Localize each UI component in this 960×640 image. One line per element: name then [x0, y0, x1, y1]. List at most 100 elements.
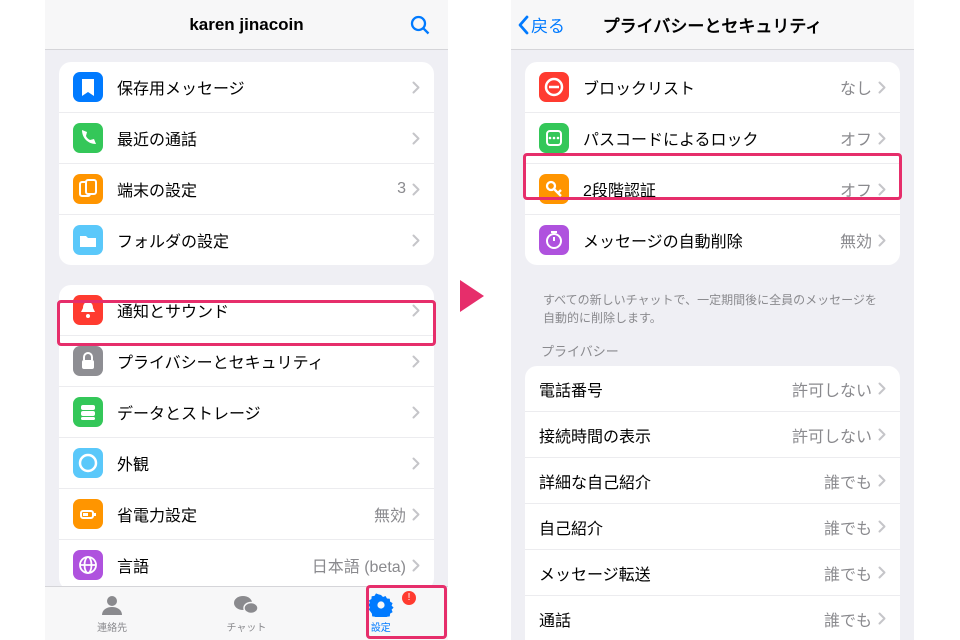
row-value: 許可しない	[792, 377, 872, 401]
row-value: なし	[840, 75, 872, 99]
settings-row[interactable]: 通知とサウンド	[59, 285, 434, 336]
settings-row[interactable]: メッセージ転送誰でも	[525, 550, 900, 596]
settings-row[interactable]: フォルダの設定	[59, 215, 434, 265]
tabbar: 連絡先 チャット 設定 !	[45, 586, 448, 640]
tab-contacts[interactable]: 連絡先	[45, 587, 179, 640]
row-value: オフ	[840, 126, 872, 150]
chevron-right-icon	[412, 132, 420, 145]
chevron-right-icon	[412, 183, 420, 196]
bookmark-icon	[73, 72, 103, 102]
settings-row[interactable]: メッセージの自動削除無効	[525, 215, 900, 265]
navbar-right: 戻る プライバシーとセキュリティ	[511, 0, 914, 50]
settings-row[interactable]: データとストレージ	[59, 387, 434, 438]
row-value: 許可しない	[792, 423, 872, 447]
row-value: 誰でも	[824, 561, 872, 585]
back-button[interactable]: 戻る	[517, 12, 565, 37]
settings-row[interactable]: 2段階認証オフ	[525, 164, 900, 215]
row-value: 誰でも	[824, 515, 872, 539]
lock-icon	[73, 346, 103, 376]
chevron-right-icon	[878, 612, 886, 625]
passlock-icon	[539, 123, 569, 153]
settings-row[interactable]: 外観	[59, 438, 434, 489]
chevron-left-icon	[517, 15, 529, 35]
chevron-right-icon	[412, 304, 420, 317]
row-label: パスコードによるロック	[583, 126, 840, 150]
row-label: データとストレージ	[117, 400, 412, 424]
circle-icon	[73, 448, 103, 478]
tab-settings[interactable]: 設定 !	[314, 587, 448, 640]
row-label: プライバシーとセキュリティ	[117, 349, 412, 373]
storage-icon	[73, 397, 103, 427]
row-label: 省電力設定	[117, 502, 374, 526]
chevron-right-icon	[878, 428, 886, 441]
chevron-right-icon	[412, 81, 420, 94]
tab-label: チャット	[227, 619, 267, 634]
settings-row[interactable]: 保存用メッセージ	[59, 62, 434, 113]
page-title: プライバシーとセキュリティ	[603, 12, 823, 37]
row-value: 誰でも	[824, 469, 872, 493]
row-label: ブロックリスト	[583, 75, 840, 99]
chevron-right-icon	[878, 520, 886, 533]
chevron-right-icon	[878, 566, 886, 579]
notification-badge: !	[402, 591, 416, 605]
row-label: 言語	[117, 553, 312, 577]
chevron-right-icon	[878, 382, 886, 395]
row-label: 最近の通話	[117, 126, 412, 150]
navbar-left: karen jinacoin	[45, 0, 448, 50]
tab-chats[interactable]: チャット	[179, 587, 313, 640]
row-label: 詳細な自己紹介	[539, 469, 824, 493]
chats-icon	[233, 593, 259, 617]
chevron-right-icon	[878, 234, 886, 247]
settings-row[interactable]: 省電力設定無効	[59, 489, 434, 540]
row-value: オフ	[840, 177, 872, 201]
settings-row[interactable]: 接続時間の表示許可しない	[525, 412, 900, 458]
contacts-icon	[99, 593, 125, 617]
row-label: 自己紹介	[539, 515, 824, 539]
chevron-right-icon	[412, 508, 420, 521]
row-label: 通話	[539, 607, 824, 631]
chevron-right-icon	[878, 183, 886, 196]
row-label: 保存用メッセージ	[117, 75, 412, 99]
settings-row[interactable]: プライバシーとセキュリティ	[59, 336, 434, 387]
settings-row[interactable]: 自己紹介誰でも	[525, 504, 900, 550]
row-label: 端末の設定	[117, 177, 397, 201]
tab-label: 連絡先	[97, 619, 127, 634]
row-label: 接続時間の表示	[539, 423, 792, 447]
settings-row[interactable]: 通話誰でも	[525, 596, 900, 640]
settings-row[interactable]: 端末の設定3	[59, 164, 434, 215]
search-icon[interactable]	[408, 13, 432, 37]
settings-row[interactable]: 電話番号許可しない	[525, 366, 900, 412]
row-label: 外観	[117, 451, 412, 475]
row-value: 無効	[374, 502, 406, 526]
back-label: 戻る	[531, 12, 565, 37]
chevron-right-icon	[412, 457, 420, 470]
settings-row[interactable]: 言語日本語 (beta)	[59, 540, 434, 586]
row-label: 電話番号	[539, 377, 792, 401]
arrow-icon	[460, 280, 484, 312]
settings-row[interactable]: パスコードによるロックオフ	[525, 113, 900, 164]
settings-row[interactable]: 最近の通話	[59, 113, 434, 164]
row-label: メッセージ転送	[539, 561, 824, 585]
row-label: フォルダの設定	[117, 228, 412, 252]
power-icon	[73, 499, 103, 529]
page-title: karen jinacoin	[189, 15, 303, 35]
chevron-right-icon	[412, 559, 420, 572]
chevron-right-icon	[878, 81, 886, 94]
device-icon	[73, 174, 103, 204]
tab-label: 設定	[371, 619, 391, 634]
row-label: メッセージの自動削除	[583, 228, 840, 252]
row-value: 3	[397, 180, 406, 198]
folder-icon	[73, 225, 103, 255]
row-value: 無効	[840, 228, 872, 252]
row-value: 誰でも	[824, 607, 872, 631]
row-label: 通知とサウンド	[117, 298, 412, 322]
settings-row[interactable]: ブロックリストなし	[525, 62, 900, 113]
section-header-privacy: プライバシー	[525, 341, 900, 366]
chevron-right-icon	[878, 132, 886, 145]
chevron-right-icon	[412, 355, 420, 368]
settings-row[interactable]: 詳細な自己紹介誰でも	[525, 458, 900, 504]
timer-icon	[539, 225, 569, 255]
key-icon	[539, 174, 569, 204]
bell-icon	[73, 295, 103, 325]
globe-icon	[73, 550, 103, 580]
